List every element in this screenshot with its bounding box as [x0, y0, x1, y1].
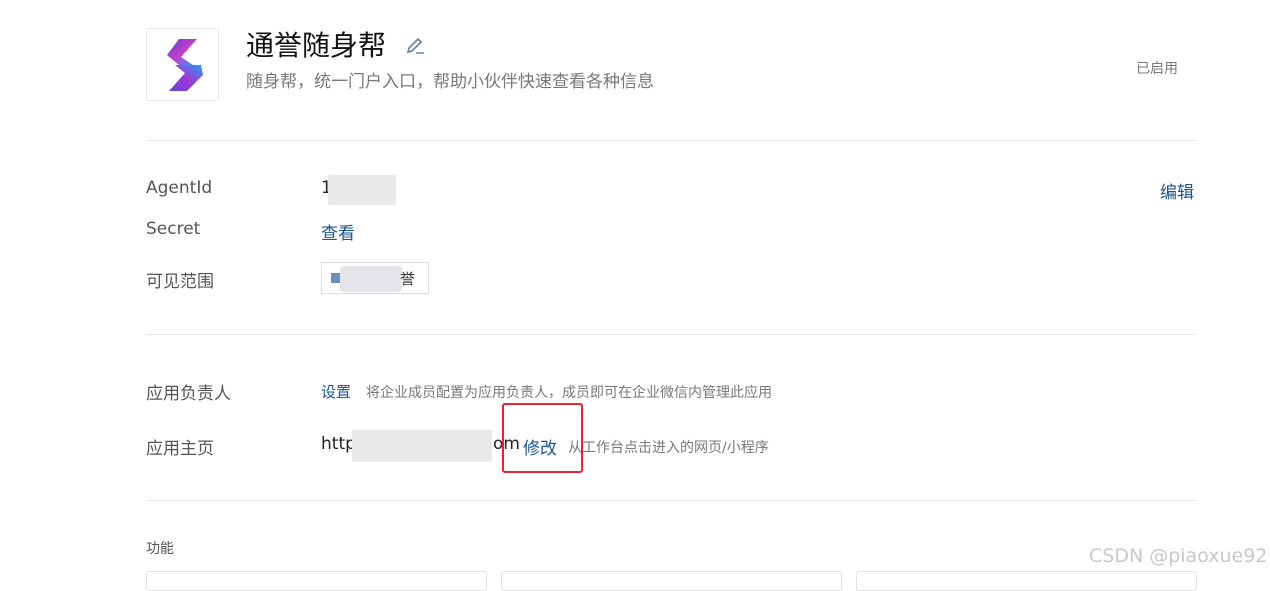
owner-label: 应用负责人	[146, 384, 231, 404]
app-logo	[146, 28, 219, 101]
divider	[146, 334, 1196, 335]
watermark: CSDN @piaoxue92	[1089, 545, 1268, 567]
app-description: 随身帮，统一门户入口，帮助小伙伴快速查看各种信息	[246, 72, 654, 92]
scope-label: 可见范围	[146, 272, 214, 292]
owner-set-link[interactable]: 设置	[321, 381, 351, 402]
edit-button[interactable]: 编辑	[1160, 178, 1194, 203]
highlight-box	[502, 403, 583, 473]
homepage-url-start: http	[321, 434, 356, 454]
scope-tag-text: 誉	[400, 270, 416, 288]
homepage-label: 应用主页	[146, 439, 214, 459]
homepage-hint: 从工作台点击进入的网页/小程序	[568, 440, 769, 456]
pencil-icon[interactable]	[405, 36, 425, 56]
divider	[146, 140, 1196, 141]
secret-label: Secret	[146, 219, 201, 239]
function-card[interactable]	[146, 571, 487, 591]
secret-view-link[interactable]: 查看	[321, 219, 355, 244]
divider	[146, 500, 1196, 501]
homepage-url-redacted	[352, 430, 492, 462]
app-title: 通誉随身帮	[246, 29, 387, 62]
owner-hint: 将企业成员配置为应用负责人，成员即可在企业微信内管理此应用	[366, 385, 772, 401]
scope-tag[interactable]: 誉	[321, 262, 429, 294]
function-card[interactable]	[856, 571, 1197, 591]
functions-title: 功能	[146, 541, 174, 557]
status-label: 已启用	[1136, 61, 1178, 77]
scope-redacted	[340, 266, 402, 292]
app-logo-icon	[166, 38, 203, 91]
agentid-label: AgentId	[146, 178, 213, 198]
function-card[interactable]	[501, 571, 842, 591]
agentid-redacted	[328, 175, 396, 205]
